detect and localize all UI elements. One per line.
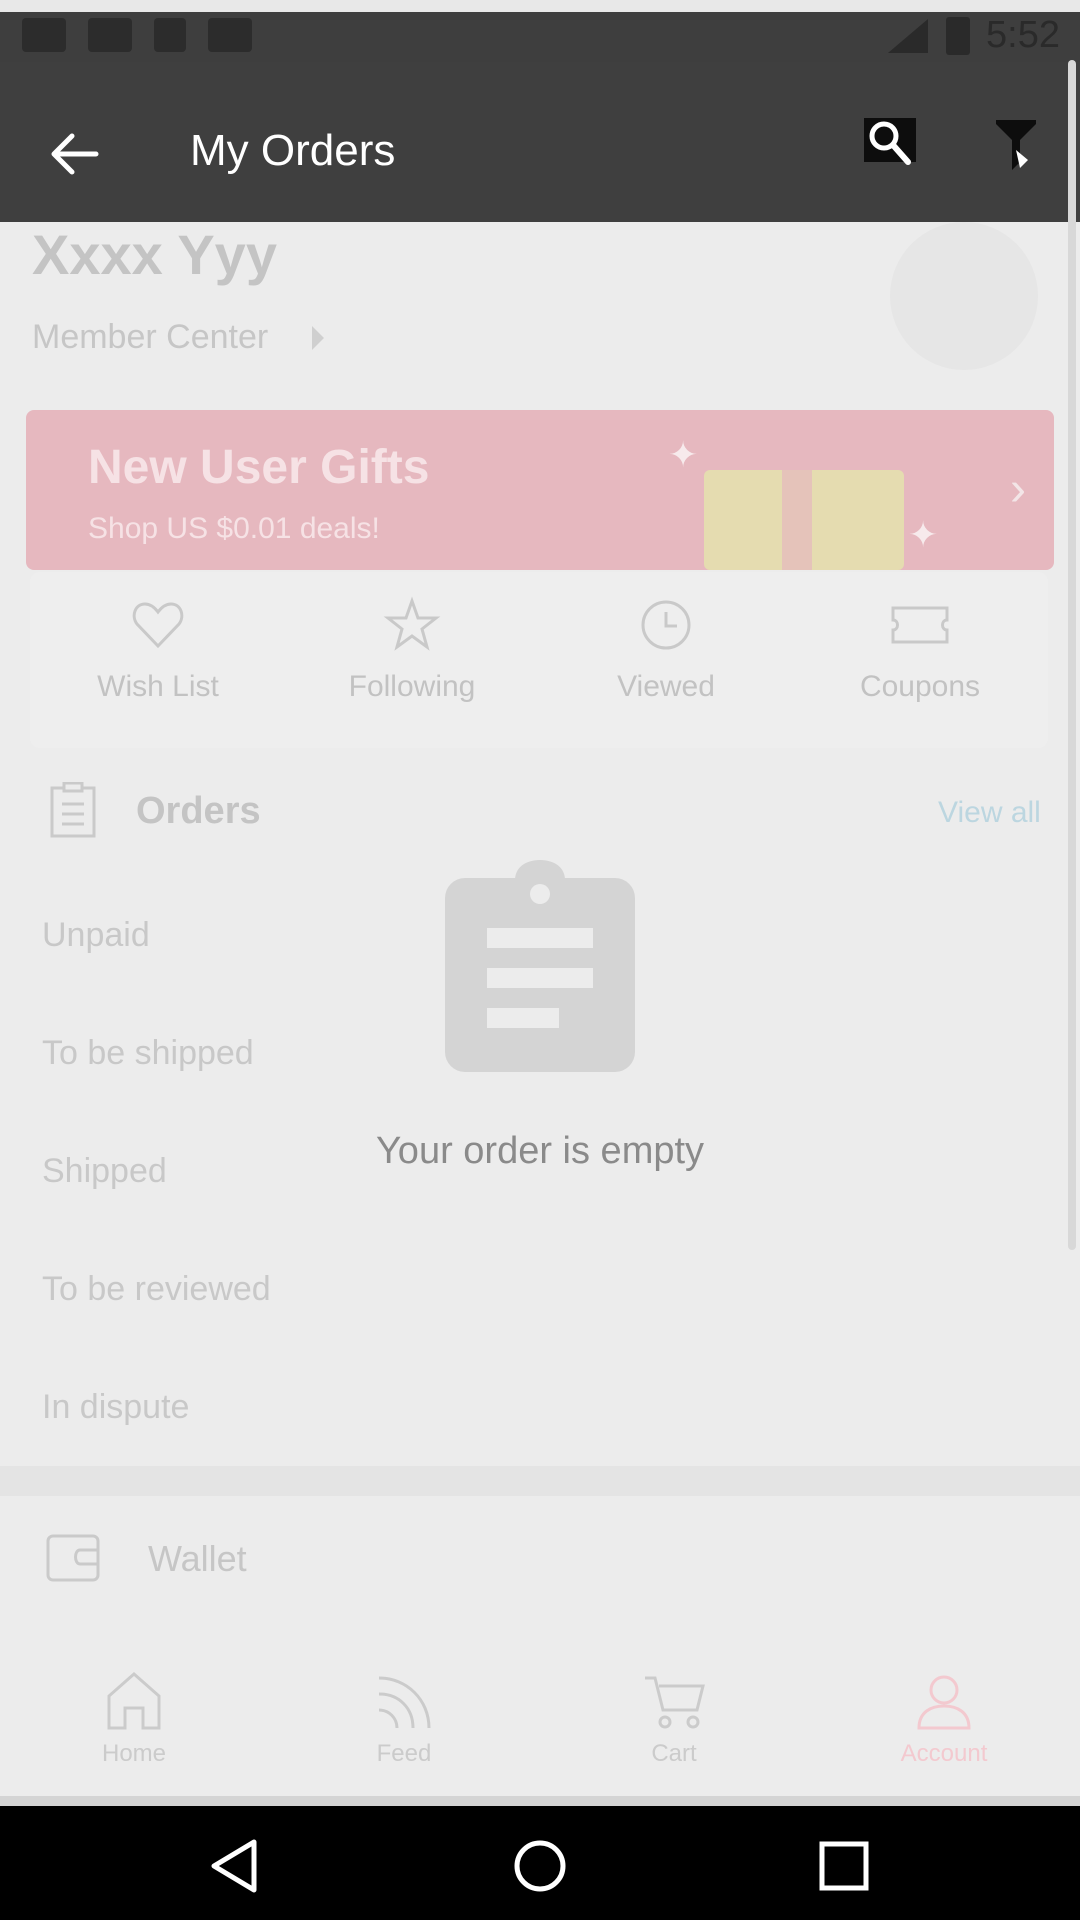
- wallet-label: Wallet: [148, 1538, 247, 1579]
- view-all-link: View all: [938, 796, 1041, 829]
- feed-icon: [378, 1676, 431, 1729]
- quick-link-label: Following: [348, 670, 476, 703]
- sparkle-icon: ✦: [668, 434, 699, 475]
- quick-link-viewed: Viewed: [566, 596, 766, 704]
- filter-icon[interactable]: [988, 110, 1044, 178]
- quick-link-label: Viewed: [617, 670, 715, 703]
- banner-subtitle: Shop US $0.01 deals!: [88, 512, 380, 545]
- quick-link-label: Wish List: [97, 670, 219, 703]
- tab-label: Account: [900, 1740, 988, 1767]
- banner-title: New User Gifts: [88, 441, 430, 494]
- person-icon: [917, 1675, 971, 1730]
- signal-icon: [888, 18, 929, 53]
- tab-label: Cart: [651, 1740, 697, 1767]
- tab-label: Feed: [376, 1740, 432, 1767]
- new-user-gifts-banner: New User Gifts Shop US $0.01 deals! ✦ ✦ …: [26, 410, 1054, 570]
- member-center-arrow-icon: [312, 326, 324, 350]
- clock: 5:52: [986, 14, 1060, 56]
- notification-icon: [22, 18, 66, 52]
- app-bar: My Orders: [0, 62, 1080, 222]
- top-strip: [0, 0, 1080, 12]
- order-status-to-be-shipped: To be shipped: [42, 1034, 254, 1072]
- avatar: [890, 222, 1038, 370]
- sd-card-icon: [154, 18, 186, 52]
- coupon-icon: [891, 606, 949, 644]
- member-center-link: Member Center: [32, 318, 269, 356]
- tab-feed: Feed: [314, 1670, 494, 1768]
- empty-orders-message: Your order is empty: [375, 1130, 705, 1172]
- back-triangle-icon[interactable]: [206, 1836, 266, 1896]
- quick-link-label: Coupons: [859, 670, 981, 703]
- bottom-edge: [0, 1796, 1080, 1806]
- order-status-to-be-reviewed: To be reviewed: [42, 1270, 271, 1308]
- star-icon: [383, 596, 441, 651]
- scrollbar[interactable]: [1068, 60, 1076, 1250]
- tab-cart: Cart: [584, 1670, 764, 1768]
- section-divider: [0, 1466, 1080, 1496]
- gmail-icon: [88, 18, 132, 52]
- battery-icon: [946, 16, 971, 55]
- home-icon: [107, 1672, 161, 1730]
- quick-link-coupons: Coupons: [820, 596, 1020, 704]
- clock-icon: [641, 600, 691, 650]
- username: Xxxx Yyy: [32, 223, 277, 286]
- gift-ribbon: [782, 470, 812, 570]
- clipboard-icon: [50, 782, 96, 838]
- status-indicators: 5:52: [886, 14, 1060, 57]
- cart-icon: [645, 1676, 705, 1729]
- orders-section-title: Orders: [136, 790, 261, 832]
- heart-icon: [132, 602, 184, 649]
- recents-square-icon[interactable]: [814, 1836, 874, 1896]
- page-title: My Orders: [190, 126, 396, 175]
- search-icon[interactable]: [860, 114, 920, 174]
- quick-link-following: Following: [312, 596, 512, 704]
- system-navigation-bar: [0, 1806, 1080, 1920]
- tab-account: Account: [854, 1670, 1034, 1768]
- order-status-in-dispute: In dispute: [42, 1388, 190, 1426]
- n-icon: [208, 18, 252, 52]
- order-status-unpaid: Unpaid: [42, 916, 150, 954]
- back-arrow-icon[interactable]: [44, 124, 104, 184]
- notification-icons: [22, 18, 252, 52]
- quick-link-wish-list: Wish List: [58, 596, 258, 704]
- quick-links-card: Wish List Following Viewed Coupons: [30, 572, 1048, 748]
- home-circle-icon[interactable]: [510, 1836, 570, 1896]
- sparkle-icon: ✦: [908, 514, 939, 555]
- tab-label: Home: [101, 1740, 167, 1767]
- status-bar: 5:52: [0, 12, 1080, 62]
- wallet-icon: [46, 1534, 100, 1582]
- empty-orders-clipboard-icon: [445, 860, 635, 1072]
- bottom-tab-bar: Home Feed Cart Account: [0, 1640, 1080, 1796]
- banner-chevron-right-icon: ›: [1010, 463, 1026, 516]
- tab-home: Home: [44, 1670, 224, 1768]
